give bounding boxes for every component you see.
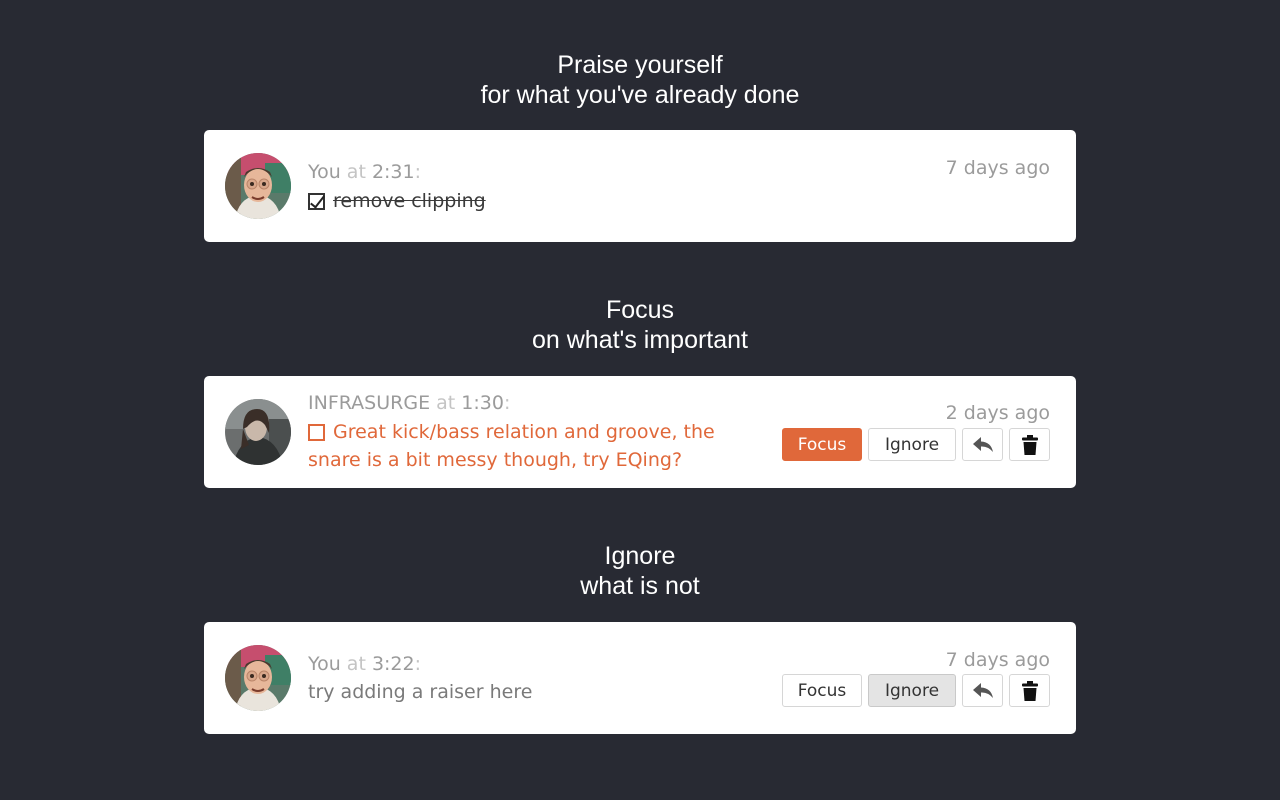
heading-line-2: on what's important [532, 326, 748, 354]
avatar [225, 399, 291, 465]
avatar [225, 645, 291, 711]
section-heading-praise: Praise yourself for what you've already … [0, 50, 1280, 110]
comment-at: at [436, 392, 456, 414]
comment-colon: : [414, 653, 422, 675]
comment-meta: You at 2:31: [308, 160, 421, 184]
heading-line-2: what is not [580, 572, 700, 600]
delete-button[interactable] [1009, 428, 1050, 461]
avatar-you-image [225, 645, 291, 711]
reply-icon [972, 436, 993, 452]
reply-icon [972, 682, 993, 698]
comment-at: at [346, 653, 366, 675]
comment-body: Great kick/bass relation and groove, the… [308, 418, 758, 474]
delete-button[interactable] [1009, 674, 1050, 707]
heading-line-1: Ignore [604, 542, 676, 570]
focus-button[interactable]: Focus [782, 428, 862, 461]
heading-line-1: Focus [605, 296, 675, 324]
section-heading-focus: Focus on what's important [0, 295, 1280, 355]
todo-checkbox[interactable] [308, 424, 325, 441]
comment-body: try adding a raiser here [308, 678, 532, 706]
comment-card-2: INFRASURGE at 1:30: Great kick/bass rela… [204, 376, 1076, 488]
heading-line-2: for what you've already done [480, 81, 800, 109]
comment-actions: Focus Ignore [782, 674, 1050, 707]
done-checkbox[interactable] [308, 193, 325, 210]
avatar-you-image [225, 153, 291, 219]
comment-age: 2 days ago [945, 402, 1050, 424]
comment-author: You [308, 653, 341, 675]
comment-card-3: You at 3:22: try adding a raiser here 7 … [204, 622, 1076, 734]
comment-meta: You at 3:22: [308, 652, 421, 676]
comment-author: INFRASURGE [308, 392, 431, 414]
trash-icon [1021, 680, 1038, 701]
ignore-button[interactable]: Ignore [868, 674, 956, 707]
comment-author: You [308, 161, 341, 183]
comment-text: remove clipping [333, 190, 486, 212]
comment-meta: INFRASURGE at 1:30: [308, 391, 510, 415]
comment-colon: : [414, 161, 422, 183]
focus-button[interactable]: Focus [782, 674, 862, 707]
reply-button[interactable] [962, 674, 1003, 707]
comment-body: remove clipping [308, 187, 486, 215]
comment-timestamp[interactable]: 1:30 [461, 392, 504, 414]
section-heading-ignore: Ignore what is not [0, 541, 1280, 601]
avatar-infrasurge-image [225, 399, 291, 465]
comment-text: try adding a raiser here [308, 681, 533, 703]
comment-at: at [346, 161, 366, 183]
heading-line-1: Praise yourself [557, 51, 723, 79]
trash-icon [1021, 434, 1038, 455]
comment-age: 7 days ago [945, 157, 1050, 179]
comment-card-1: You at 2:31: remove clipping 7 days ago [204, 130, 1076, 242]
reply-button[interactable] [962, 428, 1003, 461]
avatar [225, 153, 291, 219]
comment-text: Great kick/bass relation and groove, the… [308, 421, 715, 471]
comment-colon: : [503, 392, 511, 414]
comment-timestamp[interactable]: 2:31 [372, 161, 415, 183]
comment-age: 7 days ago [945, 649, 1050, 671]
comment-timestamp[interactable]: 3:22 [372, 653, 415, 675]
comment-actions: Focus Ignore [782, 428, 1050, 461]
ignore-button[interactable]: Ignore [868, 428, 956, 461]
